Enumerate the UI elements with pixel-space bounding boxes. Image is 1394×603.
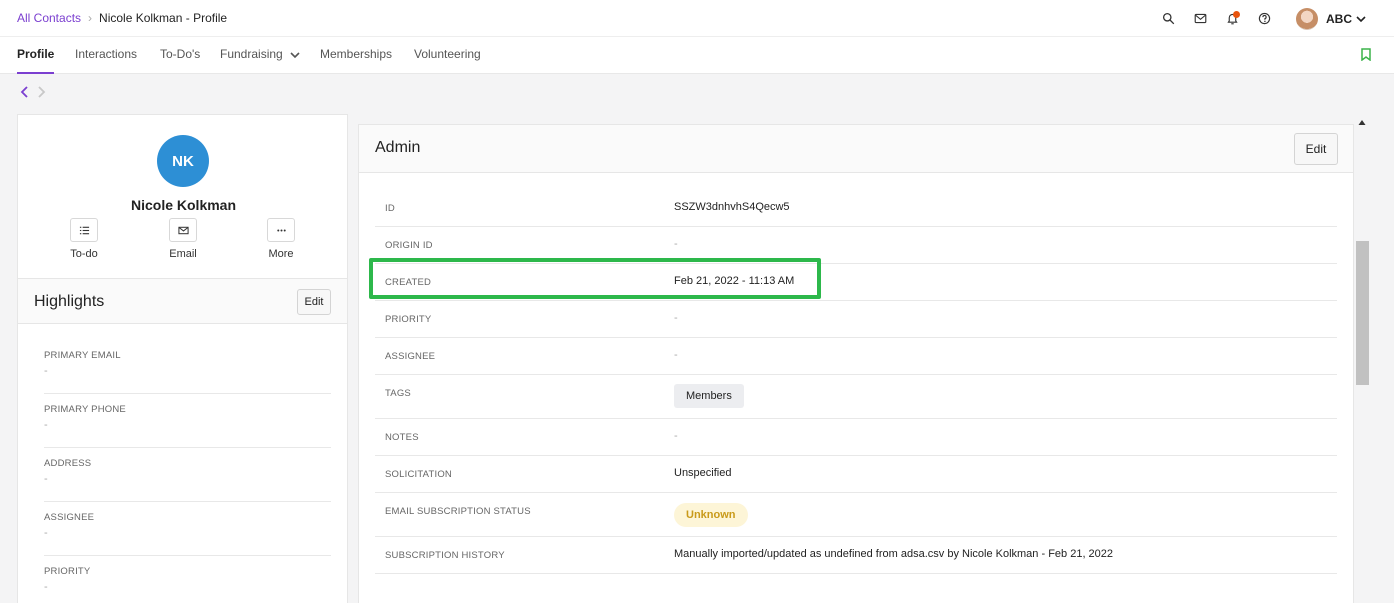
row-label: SUBSCRIPTION HISTORY <box>385 550 505 561</box>
breadcrumb: All Contacts › Nicole Kolkman - Profile <box>17 11 227 25</box>
mail-icon[interactable] <box>1192 11 1208 27</box>
previous-record-icon[interactable] <box>20 86 30 98</box>
bookmark-icon[interactable] <box>1361 48 1371 61</box>
row-value: Manually imported/updated as undefined f… <box>674 548 1114 560</box>
breadcrumb-current: Nicole Kolkman - Profile <box>99 11 228 25</box>
more-action-button[interactable] <box>267 218 295 242</box>
row-label: ASSIGNEE <box>385 351 436 362</box>
row-value: SSZW3dnhvhS4Qecw5 <box>674 201 790 213</box>
row-value: Unspecified <box>674 467 732 479</box>
header-actions: ABC <box>1160 0 1394 37</box>
admin-title: Admin <box>375 139 421 156</box>
field-value: - <box>44 473 48 485</box>
row-value: - <box>674 312 678 324</box>
row-label: EMAIL SUBSCRIPTION STATUS <box>385 506 531 517</box>
notification-badge <box>1233 10 1240 18</box>
field-label: ADDRESS <box>44 458 92 469</box>
tag-chip-members[interactable]: Members <box>674 384 744 408</box>
row-label: NOTES <box>385 432 419 443</box>
help-icon[interactable] <box>1256 11 1272 27</box>
search-icon[interactable] <box>1160 11 1176 27</box>
account-name[interactable]: ABC <box>1326 12 1352 26</box>
scroll-up-icon[interactable] <box>1358 119 1366 127</box>
field-value: - <box>44 419 48 431</box>
admin-row-id: ID SSZW3dnhvhS4Qecw5 <box>375 190 1337 227</box>
admin-edit-button[interactable]: Edit <box>1294 133 1338 165</box>
avatar[interactable] <box>1296 7 1318 30</box>
admin-row-priority: PRIORITY - <box>375 301 1337 338</box>
record-pager <box>20 86 46 98</box>
email-action-button[interactable] <box>169 218 197 242</box>
tab-volunteering[interactable]: Volunteering <box>414 37 481 74</box>
highlight-field-assignee: ASSIGNEE - <box>44 502 331 556</box>
field-label: ASSIGNEE <box>44 512 95 523</box>
chevron-down-icon <box>290 52 300 58</box>
breadcrumb-separator-icon: › <box>88 11 93 25</box>
created-row-highlight <box>369 258 821 299</box>
field-label: PRIORITY <box>44 566 91 577</box>
scrollbar-thumb[interactable] <box>1356 241 1369 385</box>
todo-action-button[interactable] <box>70 218 98 242</box>
admin-row-notes: NOTES - <box>375 419 1337 456</box>
admin-row-solicitation: SOLICITATION Unspecified <box>375 456 1337 493</box>
chevron-down-icon[interactable] <box>1356 14 1366 24</box>
highlight-field-priority: PRIORITY - <box>44 556 331 603</box>
row-value: - <box>674 238 678 250</box>
tab-interactions[interactable]: Interactions <box>75 37 137 74</box>
field-value: - <box>44 365 48 377</box>
row-label: SOLICITATION <box>385 469 452 480</box>
next-record-icon[interactable] <box>36 86 46 98</box>
more-action-label: More <box>268 248 294 260</box>
top-bar: All Contacts › Nicole Kolkman - Profile … <box>0 0 1394 37</box>
email-action[interactable]: Email <box>153 218 213 260</box>
row-label: PRIORITY <box>385 314 432 325</box>
more-action[interactable]: More <box>251 218 311 260</box>
highlight-field-primary-phone: PRIMARY PHONE - <box>44 394 331 448</box>
row-value: - <box>674 430 678 442</box>
email-action-label: Email <box>169 248 197 260</box>
row-label: ORIGIN ID <box>385 240 433 251</box>
more-icon <box>276 228 286 232</box>
row-label: ID <box>385 203 395 214</box>
contact-avatar: NK <box>157 135 209 187</box>
highlights-edit-button[interactable]: Edit <box>297 289 331 315</box>
highlights-header: Highlights Edit <box>18 278 347 324</box>
field-value: - <box>44 527 48 539</box>
admin-row-tags: TAGS Members <box>375 375 1337 419</box>
tab-fundraising-label: Fundraising <box>220 47 283 61</box>
breadcrumb-all-contacts-link[interactable]: All Contacts <box>17 11 81 25</box>
tab-fundraising[interactable]: Fundraising <box>220 37 300 74</box>
row-label: TAGS <box>385 388 411 399</box>
tab-memberships[interactable]: Memberships <box>320 37 392 74</box>
todo-action-label: To-do <box>70 248 98 260</box>
contact-summary-card: NK Nicole Kolkman To-do Email More Highl… <box>17 114 348 603</box>
highlights-title: Highlights <box>34 293 105 310</box>
admin-header: Admin Edit <box>359 125 1353 173</box>
status-badge: Unknown <box>674 503 748 527</box>
field-label: PRIMARY PHONE <box>44 404 126 415</box>
highlight-field-address: ADDRESS - <box>44 448 331 502</box>
tab-profile[interactable]: Profile <box>17 37 55 74</box>
field-label: PRIMARY EMAIL <box>44 350 121 361</box>
profile-tabs: Profile Interactions To-Do's Fundraising… <box>0 37 1394 74</box>
admin-row-assignee: ASSIGNEE - <box>375 338 1337 375</box>
row-value: - <box>674 349 678 361</box>
admin-card: Admin Edit ID SSZW3dnhvhS4Qecw5 ORIGIN I… <box>358 124 1354 603</box>
todo-action[interactable]: To-do <box>54 218 114 260</box>
contact-name: Nicole Kolkman <box>130 197 237 213</box>
admin-row-subscription-history: SUBSCRIPTION HISTORY Manually imported/u… <box>375 537 1337 574</box>
mail-icon <box>177 226 189 234</box>
tab-todos[interactable]: To-Do's <box>160 37 200 74</box>
highlight-field-primary-email: PRIMARY EMAIL - <box>44 340 331 394</box>
todo-list-icon <box>79 226 89 234</box>
field-value: - <box>44 581 48 593</box>
admin-row-email-subscription-status: EMAIL SUBSCRIPTION STATUS Unknown <box>375 493 1337 537</box>
bell-icon[interactable] <box>1224 10 1240 27</box>
